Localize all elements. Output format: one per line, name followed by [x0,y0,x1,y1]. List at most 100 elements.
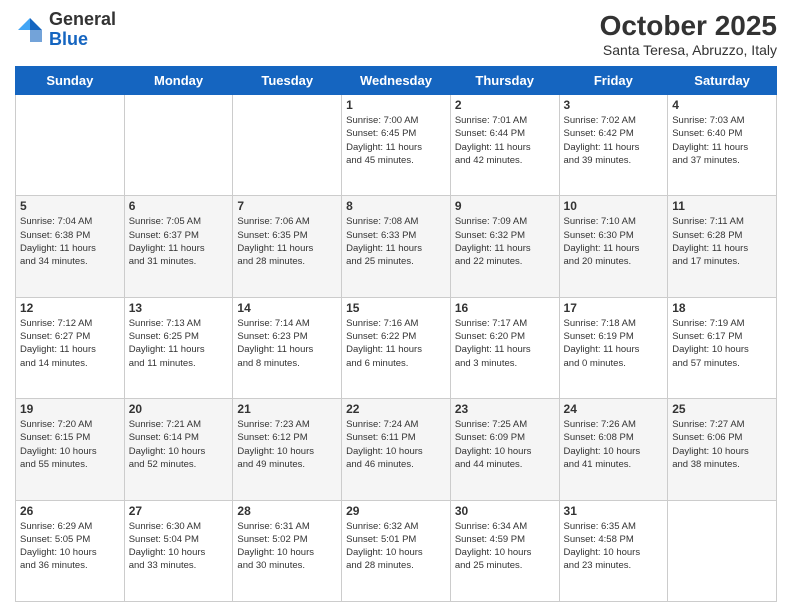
month-title: October 2025 [600,10,777,42]
day-number: 18 [672,301,772,315]
calendar-cell: 1Sunrise: 7:00 AM Sunset: 6:45 PM Daylig… [342,95,451,196]
logo: General Blue [15,10,116,50]
cell-content: Sunrise: 7:10 AM Sunset: 6:30 PM Dayligh… [564,215,664,268]
cell-content: Sunrise: 6:35 AM Sunset: 4:58 PM Dayligh… [564,520,664,573]
weekday-header-row: SundayMondayTuesdayWednesdayThursdayFrid… [16,67,777,95]
calendar-cell: 28 Sunrise: 6:31 AM Sunset: 5:02 PM Dayli… [233,500,342,601]
weekday-header-saturday: Saturday [668,67,777,95]
cell-content: Sunrise: 7:17 AM Sunset: 6:20 PM Dayligh… [455,317,555,370]
cell-content: Sunrise: 7:04 AM Sunset: 6:38 PM Dayligh… [20,215,120,268]
day-number: 6 [129,199,229,213]
logo-text: General Blue [49,10,116,50]
calendar-cell: 23 Sunrise: 7:25 AM Sunset: 6:09 PM Dayli… [450,399,559,500]
calendar-cell: 15Sunrise: 7:16 AM Sunset: 6:22 PM Dayli… [342,297,451,398]
logo-blue-text: Blue [49,30,116,50]
calendar-cell: 12 Sunrise: 7:12 AM Sunset: 6:27 PM Dayli… [16,297,125,398]
calendar-cell: 4 Sunrise: 7:03 AM Sunset: 6:40 PM Daylig… [668,95,777,196]
page: General Blue October 2025 Santa Teresa, … [0,0,792,612]
logo-general-text: General [49,10,116,30]
day-number: 12 [20,301,120,315]
day-number: 21 [237,402,337,416]
calendar: SundayMondayTuesdayWednesdayThursdayFrid… [15,66,777,602]
calendar-cell: 20 Sunrise: 7:21 AM Sunset: 6:14 PM Dayli… [124,399,233,500]
day-number: 28 [237,504,337,518]
calendar-row-0: 1Sunrise: 7:00 AM Sunset: 6:45 PM Daylig… [16,95,777,196]
day-number: 15 [346,301,446,315]
calendar-cell: 17Sunrise: 7:18 AM Sunset: 6:19 PM Dayli… [559,297,668,398]
logo-icon [15,15,45,45]
calendar-cell: 14 Sunrise: 7:14 AM Sunset: 6:23 PM Dayli… [233,297,342,398]
cell-content: Sunrise: 7:05 AM Sunset: 6:37 PM Dayligh… [129,215,229,268]
cell-content: Sunrise: 7:21 AM Sunset: 6:14 PM Dayligh… [129,418,229,471]
day-number: 9 [455,199,555,213]
day-number: 10 [564,199,664,213]
day-number: 22 [346,402,446,416]
cell-content: Sunrise: 7:01 AM Sunset: 6:44 PM Dayligh… [455,114,555,167]
day-number: 4 [672,98,772,112]
cell-content: Sunrise: 7:03 AM Sunset: 6:40 PM Dayligh… [672,114,772,167]
cell-content: Sunrise: 7:09 AM Sunset: 6:32 PM Dayligh… [455,215,555,268]
calendar-cell: 18 Sunrise: 7:19 AM Sunset: 6:17 PM Dayli… [668,297,777,398]
day-number: 23 [455,402,555,416]
day-number: 8 [346,199,446,213]
day-number: 24 [564,402,664,416]
weekday-header-friday: Friday [559,67,668,95]
calendar-cell [668,500,777,601]
calendar-cell: 19Sunrise: 7:20 AM Sunset: 6:15 PM Dayli… [16,399,125,500]
header: General Blue October 2025 Santa Teresa, … [15,10,777,58]
weekday-header-monday: Monday [124,67,233,95]
calendar-cell: 30Sunrise: 6:34 AM Sunset: 4:59 PM Dayli… [450,500,559,601]
day-number: 29 [346,504,446,518]
cell-content: Sunrise: 7:23 AM Sunset: 6:12 PM Dayligh… [237,418,337,471]
day-number: 1 [346,98,446,112]
cell-content: Sunrise: 6:30 AM Sunset: 5:04 PM Dayligh… [129,520,229,573]
cell-content: Sunrise: 7:11 AM Sunset: 6:28 PM Dayligh… [672,215,772,268]
day-number: 27 [129,504,229,518]
calendar-cell: 29 Sunrise: 6:32 AM Sunset: 5:01 PM Dayli… [342,500,451,601]
day-number: 17 [564,301,664,315]
day-number: 13 [129,301,229,315]
calendar-cell: 13 Sunrise: 7:13 AM Sunset: 6:25 PM Dayli… [124,297,233,398]
cell-content: Sunrise: 6:29 AM Sunset: 5:05 PM Dayligh… [20,520,120,573]
calendar-cell: 8 Sunrise: 7:08 AM Sunset: 6:33 PM Daylig… [342,196,451,297]
location: Santa Teresa, Abruzzo, Italy [600,42,777,58]
calendar-cell [233,95,342,196]
calendar-cell: 24 Sunrise: 7:26 AM Sunset: 6:08 PM Dayli… [559,399,668,500]
day-number: 26 [20,504,120,518]
calendar-cell: 25Sunrise: 7:27 AM Sunset: 6:06 PM Dayli… [668,399,777,500]
cell-content: Sunrise: 7:12 AM Sunset: 6:27 PM Dayligh… [20,317,120,370]
calendar-cell: 2 Sunrise: 7:01 AM Sunset: 6:44 PM Daylig… [450,95,559,196]
cell-content: Sunrise: 7:13 AM Sunset: 6:25 PM Dayligh… [129,317,229,370]
day-number: 30 [455,504,555,518]
weekday-header-tuesday: Tuesday [233,67,342,95]
cell-content: Sunrise: 7:25 AM Sunset: 6:09 PM Dayligh… [455,418,555,471]
day-number: 5 [20,199,120,213]
day-number: 20 [129,402,229,416]
cell-content: Sunrise: 6:32 AM Sunset: 5:01 PM Dayligh… [346,520,446,573]
day-number: 7 [237,199,337,213]
weekday-header-thursday: Thursday [450,67,559,95]
day-number: 14 [237,301,337,315]
calendar-cell: 27 Sunrise: 6:30 AM Sunset: 5:04 PM Dayli… [124,500,233,601]
day-number: 16 [455,301,555,315]
cell-content: Sunrise: 7:19 AM Sunset: 6:17 PM Dayligh… [672,317,772,370]
calendar-cell [16,95,125,196]
cell-content: Sunrise: 7:26 AM Sunset: 6:08 PM Dayligh… [564,418,664,471]
day-number: 2 [455,98,555,112]
calendar-cell: 10 Sunrise: 7:10 AM Sunset: 6:30 PM Dayli… [559,196,668,297]
calendar-cell: 16 Sunrise: 7:17 AM Sunset: 6:20 PM Dayli… [450,297,559,398]
calendar-cell: 6 Sunrise: 7:05 AM Sunset: 6:37 PM Daylig… [124,196,233,297]
cell-content: Sunrise: 6:31 AM Sunset: 5:02 PM Dayligh… [237,520,337,573]
cell-content: Sunrise: 7:27 AM Sunset: 6:06 PM Dayligh… [672,418,772,471]
calendar-cell: 7Sunrise: 7:06 AM Sunset: 6:35 PM Daylig… [233,196,342,297]
cell-content: Sunrise: 7:08 AM Sunset: 6:33 PM Dayligh… [346,215,446,268]
calendar-cell [124,95,233,196]
calendar-cell: 22Sunrise: 7:24 AM Sunset: 6:11 PM Dayli… [342,399,451,500]
calendar-cell: 9 Sunrise: 7:09 AM Sunset: 6:32 PM Daylig… [450,196,559,297]
calendar-row-4: 26 Sunrise: 6:29 AM Sunset: 5:05 PM Dayli… [16,500,777,601]
cell-content: Sunrise: 7:14 AM Sunset: 6:23 PM Dayligh… [237,317,337,370]
calendar-cell: 31Sunrise: 6:35 AM Sunset: 4:58 PM Dayli… [559,500,668,601]
title-area: October 2025 Santa Teresa, Abruzzo, Ital… [600,10,777,58]
calendar-row-1: 5 Sunrise: 7:04 AM Sunset: 6:38 PM Daylig… [16,196,777,297]
calendar-row-3: 19Sunrise: 7:20 AM Sunset: 6:15 PM Dayli… [16,399,777,500]
